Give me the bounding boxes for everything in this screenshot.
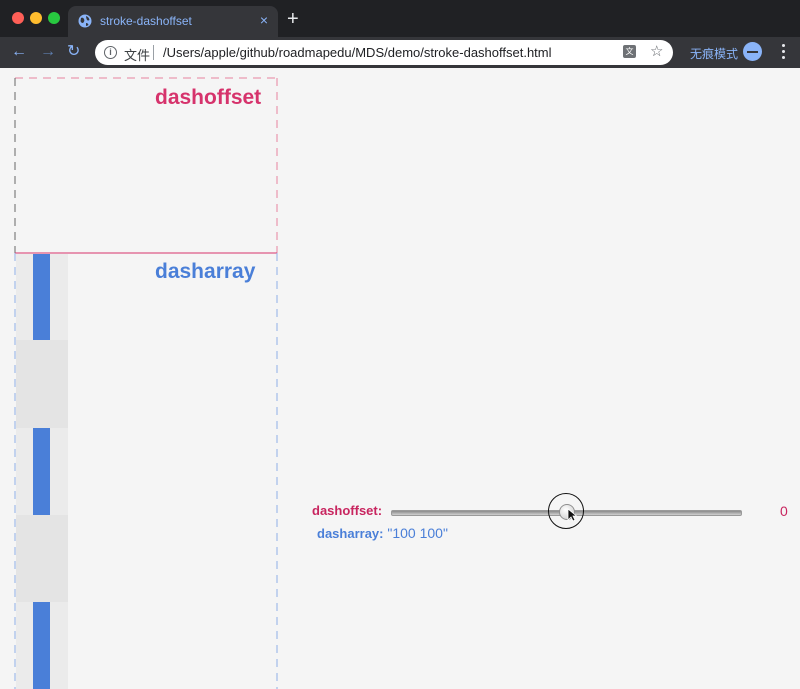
dashoffset-value: 0 bbox=[780, 503, 788, 519]
url-text[interactable]: /Users/apple/github/roadmapedu/MDS/demo/… bbox=[163, 45, 552, 60]
dash-segment-3 bbox=[33, 602, 50, 689]
dashoffset-label: dashoffset: bbox=[312, 503, 383, 518]
tab-close-icon[interactable]: × bbox=[260, 12, 268, 28]
cursor-highlight-ring bbox=[548, 493, 584, 529]
info-icon[interactable]: i bbox=[104, 46, 117, 59]
address-bar[interactable]: i 文件 /Users/apple/github/roadmapedu/MDS/… bbox=[95, 40, 673, 65]
dashoffset-control: dashoffset: 0 bbox=[312, 493, 792, 529]
dasharray-readout: dasharray: "100 100" bbox=[317, 525, 448, 541]
dasharray-value: "100 100" bbox=[387, 525, 448, 541]
dashoffset-heading: dashoffset bbox=[155, 86, 262, 109]
browser-tab[interactable]: stroke-dashoffset × bbox=[68, 6, 278, 37]
maximize-window-button[interactable] bbox=[48, 12, 60, 24]
minimize-window-button[interactable] bbox=[30, 12, 42, 24]
tab-title: stroke-dashoffset bbox=[100, 14, 192, 28]
url-scheme-label: 文件 bbox=[124, 48, 151, 63]
dash-gap-1 bbox=[16, 340, 68, 428]
incognito-icon[interactable] bbox=[743, 42, 762, 61]
bookmark-star-icon[interactable]: ☆ bbox=[650, 43, 663, 61]
forward-button[interactable]: → bbox=[40, 43, 56, 61]
browser-toolbar: ← → ↻ i 文件 /Users/apple/github/roadmaped… bbox=[0, 37, 800, 68]
dash-segment-1 bbox=[33, 254, 50, 340]
reload-button[interactable]: ↻ bbox=[67, 43, 80, 61]
dasharray-heading: dasharray bbox=[155, 260, 256, 283]
title-bar: stroke-dashoffset × + bbox=[0, 0, 800, 37]
close-window-button[interactable] bbox=[12, 12, 24, 24]
url-divider bbox=[153, 45, 154, 60]
dash-gap-2 bbox=[16, 515, 68, 602]
dash-segment-2 bbox=[33, 428, 50, 515]
incognito-label: 无痕模式 bbox=[690, 47, 739, 61]
globe-icon bbox=[78, 14, 92, 28]
new-tab-button[interactable]: + bbox=[287, 9, 299, 29]
dasharray-label: dasharray: bbox=[317, 526, 384, 541]
translate-icon[interactable]: 文 bbox=[623, 45, 636, 58]
menu-icon[interactable] bbox=[782, 44, 785, 60]
back-button[interactable]: ← bbox=[11, 43, 27, 61]
page-content: dashoffset dasharray dashoffset: 0 dasha… bbox=[0, 68, 800, 689]
mouse-cursor-icon bbox=[567, 508, 577, 522]
dash-demo-canvas bbox=[14, 77, 278, 689]
